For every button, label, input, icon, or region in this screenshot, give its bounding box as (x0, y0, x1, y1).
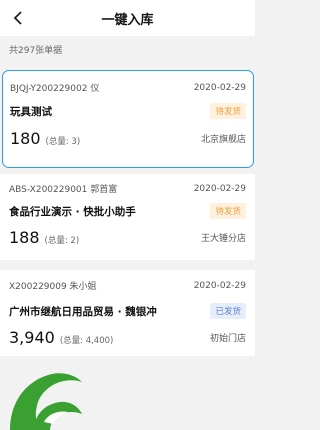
store-name: 王大锤分店 (200, 234, 246, 244)
leaf-logo-icon (10, 373, 82, 430)
order-amount: 180 (总量: 3) (10, 129, 80, 148)
store-name: 初始门店 (209, 334, 246, 344)
quantity-total: (总量: 2) (44, 236, 80, 246)
order-date: 2020-02-29 (193, 82, 246, 93)
order-code: ABS-X200229001 郭首富 (9, 185, 118, 195)
order-code: BJQJ-Y200229002 仪 (10, 84, 100, 94)
quantity-total: (总量: 4,400) (59, 336, 114, 346)
store-name: 北京旗舰店 (200, 135, 246, 145)
amount-value: 180 (10, 129, 41, 148)
order-name: 广州市继航日用品贸易 · 魏银冲 (9, 305, 157, 318)
app-header: 一键入库 (0, 0, 255, 36)
page-title: 一键入库 (101, 12, 154, 28)
order-card[interactable]: ABS-X200229001 郭首富 2020-02-29 食品行业演示 · 快… (0, 174, 255, 260)
order-amount: 3,940 (总量: 4,400) (9, 328, 113, 347)
order-name: 食品行业演示 · 快批小助手 (9, 205, 136, 218)
amount-value: 3,940 (9, 328, 55, 347)
order-amount: 188 (总量: 2) (9, 228, 79, 247)
brand-logo[interactable] (4, 360, 84, 430)
amount-value: 188 (9, 228, 40, 247)
order-date: 2020-02-29 (193, 183, 246, 194)
status-badge: 已发货 (210, 303, 246, 319)
order-code: X200229009 朱小姐 (9, 282, 97, 292)
order-date: 2020-02-29 (193, 280, 246, 291)
status-badge: 待发货 (210, 203, 246, 219)
document-count: 共297张单据 (9, 45, 63, 56)
back-button[interactable] (8, 8, 28, 28)
chevron-left-icon (13, 11, 22, 25)
order-name: 玩具测试 (10, 105, 52, 118)
quantity-total: (总量: 3) (45, 137, 81, 147)
order-card[interactable]: BJQJ-Y200229002 仪 2020-02-29 玩具测试 待发货 18… (2, 70, 254, 168)
status-badge: 待发货 (210, 103, 246, 119)
order-card[interactable]: X200229009 朱小姐 2020-02-29 广州市继航日用品贸易 · 魏… (0, 270, 255, 356)
